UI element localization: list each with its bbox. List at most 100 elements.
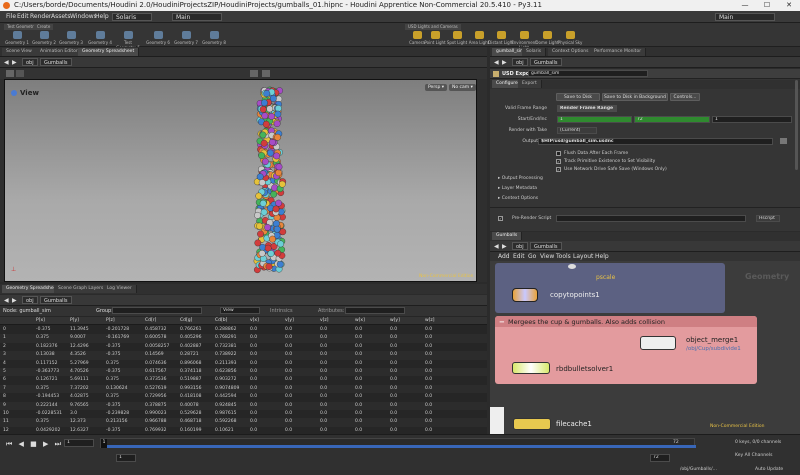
net-menu-view[interactable]: View bbox=[540, 253, 554, 260]
menu-file[interactable]: File bbox=[6, 13, 16, 20]
tab-performance-monitor[interactable]: Performance Monitor bbox=[590, 48, 647, 56]
menu-render[interactable]: Render bbox=[30, 13, 51, 20]
menu-help[interactable]: Help bbox=[95, 13, 109, 20]
auto-update-dropdown[interactable]: Auto Update bbox=[755, 467, 783, 472]
start-field[interactable]: 1 bbox=[557, 116, 632, 123]
column-header[interactable]: Cd[r] bbox=[145, 318, 156, 323]
shelf-tool-physical-sky[interactable]: Physical Sky bbox=[556, 31, 584, 47]
shelf-tool-geometry-7[interactable]: Geometry 7 bbox=[172, 31, 200, 47]
net-menu-layout[interactable]: Layout bbox=[573, 253, 593, 260]
select-tool-icon[interactable] bbox=[6, 70, 14, 77]
pscale-node[interactable] bbox=[568, 264, 576, 269]
menu-assets[interactable]: Assets bbox=[51, 13, 71, 20]
timeline-slider[interactable]: 1 72 bbox=[100, 438, 696, 448]
playback-controls[interactable]: ⏮ ◀ ■ ▶ ⏭ bbox=[6, 440, 63, 449]
prerender-field[interactable] bbox=[556, 215, 746, 222]
path-node[interactable]: Gumballs bbox=[530, 58, 562, 66]
table-row[interactable]: 2 0.182376 12.4296 -0.375 0.0058257 0.402887 0… bbox=[0, 343, 487, 351]
tab-geometry-spreadsheet[interactable]: Geometry Spreadsheet bbox=[78, 48, 140, 56]
shelf-tool-geometry-3[interactable]: Geometry 3 bbox=[57, 31, 85, 47]
rbd-bullet-solver-node[interactable] bbox=[512, 362, 550, 374]
end-frame-field[interactable]: 72 bbox=[650, 454, 670, 462]
net-menu-go[interactable]: Go bbox=[528, 253, 536, 260]
table-row[interactable]: 9 0.222144 9.76565 -0.375 0.378875 0.40078 0.9… bbox=[0, 401, 487, 410]
display-icon[interactable] bbox=[250, 70, 258, 77]
path-obj[interactable]: obj bbox=[512, 242, 528, 250]
end-field[interactable]: 72 bbox=[634, 116, 710, 123]
shelf-tool-geometry-8[interactable]: Geometry 8 bbox=[200, 31, 228, 47]
shelf-tool-geometry-1[interactable]: Geometry 1 bbox=[3, 31, 31, 47]
back-icon[interactable]: ◀ bbox=[4, 59, 9, 66]
tab-scene-graph-layers[interactable]: Scene Graph Layers bbox=[54, 285, 109, 293]
controls-button[interactable]: Controls... bbox=[670, 93, 700, 101]
back-icon[interactable]: ◀ bbox=[494, 59, 499, 66]
timeline-cursor[interactable]: 1 bbox=[101, 439, 107, 448]
net-menu-tools[interactable]: Tools bbox=[556, 253, 571, 260]
tab-export[interactable]: Export bbox=[518, 80, 542, 88]
group-field[interactable] bbox=[112, 307, 202, 314]
view-dropdown[interactable]: View bbox=[220, 307, 260, 314]
context-dropdown[interactable]: Main bbox=[172, 13, 222, 21]
prerender-lang[interactable]: Hscript bbox=[756, 215, 780, 222]
forward-icon[interactable]: ▶ bbox=[12, 59, 17, 66]
current-frame-field[interactable]: 1 bbox=[64, 439, 94, 447]
table-row[interactable]: 4 0.117152 5.27969 0.375 0.074636 0.896068 0.2… bbox=[0, 360, 487, 368]
table-row[interactable]: 11 0.375 12.373 0.213156 0.966788 0.468718 0.5… bbox=[0, 418, 487, 427]
flush-checkbox[interactable] bbox=[556, 151, 561, 156]
save-to-disk-button[interactable]: Save to Disk bbox=[556, 93, 600, 101]
save-background-button[interactable]: Save to Disk in Background bbox=[602, 93, 668, 101]
column-header[interactable]: w[y] bbox=[390, 318, 400, 323]
attributes-field[interactable] bbox=[345, 307, 405, 314]
column-header[interactable]: P[z] bbox=[106, 318, 115, 323]
menu-windows[interactable]: Windows bbox=[70, 13, 97, 20]
path-obj[interactable]: obj bbox=[22, 296, 38, 304]
net-menu-add[interactable]: Add bbox=[498, 253, 510, 260]
shelf-tool-geometry-2[interactable]: Geometry 2 bbox=[30, 31, 58, 47]
column-header[interactable]: v[y] bbox=[285, 318, 294, 323]
column-header[interactable]: v[z] bbox=[320, 318, 329, 323]
forward-icon[interactable]: ▶ bbox=[502, 243, 507, 250]
path-obj[interactable]: obj bbox=[512, 58, 528, 66]
column-header[interactable]: Cd[g] bbox=[180, 318, 192, 323]
key-all-channels[interactable]: Key All Channels bbox=[735, 453, 772, 458]
scene-viewport[interactable]: View Persp ▾ No cam ▾ Non-Commercial Edi… bbox=[4, 79, 477, 282]
column-header[interactable]: P[x] bbox=[36, 318, 45, 323]
right-context-dropdown[interactable]: Main bbox=[715, 13, 775, 21]
table-row[interactable]: 10 -0.0228531 3.0 -0.239828 0.990023 0.529628… bbox=[0, 410, 487, 418]
path-node[interactable]: Gumballs bbox=[530, 242, 562, 250]
track-checkbox[interactable]: ✓ bbox=[556, 159, 561, 164]
column-header[interactable]: v[x] bbox=[250, 318, 259, 323]
inc-field[interactable]: 1 bbox=[712, 116, 792, 123]
tab-network[interactable]: Gumballs bbox=[492, 232, 523, 240]
intrinsics-label[interactable]: Intrinsics bbox=[270, 308, 293, 314]
table-row[interactable]: 8 -0.194453 4.02875 0.375 0.729956 0.418108 0.… bbox=[0, 393, 487, 401]
shelf-tool-geometry-5[interactable]: Test Geometry 5 bbox=[114, 31, 142, 50]
network-editor[interactable]: Add Edit Go View Tools Layout Help Geome… bbox=[490, 252, 800, 434]
folder-browse-icon[interactable] bbox=[780, 138, 787, 144]
copytopoints-node[interactable] bbox=[512, 288, 538, 302]
object-merge-node[interactable] bbox=[640, 336, 676, 350]
output-file-field[interactable]: $HIP/usd/gumball_sim.usdnc bbox=[538, 138, 773, 145]
tab-log-viewer[interactable]: Log Viewer bbox=[103, 285, 137, 293]
tab-scene-view[interactable]: Scene View bbox=[2, 48, 37, 56]
back-icon[interactable]: ◀ bbox=[494, 243, 499, 250]
checkbox-network-safe[interactable]: ✓ Use Network Drive Safe Save (Windows O… bbox=[490, 165, 800, 174]
net-menu-edit[interactable]: Edit bbox=[513, 253, 525, 260]
valid-frame-range-dropdown[interactable]: Render Frame Range bbox=[557, 105, 617, 112]
move-tool-icon[interactable] bbox=[16, 70, 24, 77]
table-row[interactable]: 1 0.375 9.0007 -0.161769 0.600578 0.405296 0.7… bbox=[0, 334, 487, 343]
back-icon[interactable]: ◀ bbox=[4, 297, 9, 304]
tab-solaris[interactable]: Solaris bbox=[522, 48, 547, 56]
close-button[interactable]: ✕ bbox=[778, 0, 800, 11]
filecache-node[interactable] bbox=[513, 418, 551, 430]
network-box-collapse-icon[interactable]: − bbox=[499, 318, 505, 326]
section-output-processing[interactable]: ▸ Output Processing bbox=[498, 176, 543, 181]
path-node[interactable]: Gumballs bbox=[40, 296, 72, 304]
forward-icon[interactable]: ▶ bbox=[502, 59, 507, 66]
prerender-checkbox[interactable]: ✓ bbox=[498, 216, 503, 221]
desktop-dropdown[interactable]: Solaris bbox=[112, 13, 152, 21]
shelf-tab-create[interactable]: Create bbox=[34, 24, 54, 30]
section-context-options[interactable]: ▸ Context Options bbox=[498, 196, 538, 201]
column-header[interactable]: Cd[b] bbox=[215, 318, 227, 323]
net-menu-help[interactable]: Help bbox=[595, 253, 609, 260]
